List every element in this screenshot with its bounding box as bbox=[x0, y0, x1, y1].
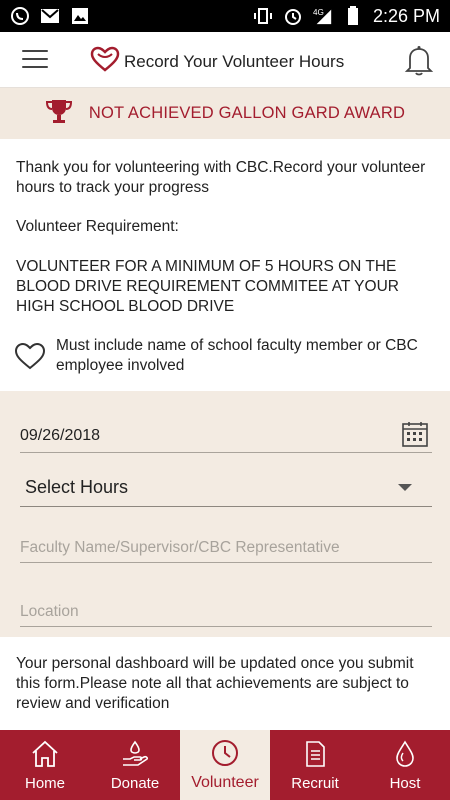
heart-logo-icon bbox=[90, 46, 120, 77]
app-title-group: Record Your Volunteer Hours bbox=[90, 46, 344, 77]
date-field[interactable]: 09/26/2018 bbox=[20, 421, 432, 453]
location-input[interactable] bbox=[20, 597, 432, 626]
vibrate-icon bbox=[253, 6, 273, 26]
award-status-text: NOT ACHIEVED GALLON GARD AWARD bbox=[88, 104, 406, 122]
nav-donate-label: Donate bbox=[110, 774, 160, 792]
requirement-body: VOLUNTEER FOR A MINIMUM OF 5 HOURS ON TH… bbox=[16, 258, 399, 315]
nav-host-label: Host bbox=[389, 774, 421, 792]
faculty-name-field-wrap bbox=[20, 533, 432, 563]
alarm-icon bbox=[283, 6, 303, 26]
calendar-icon[interactable] bbox=[402, 421, 428, 447]
award-banner: NOT ACHIEVED GALLON GARD AWARD bbox=[0, 88, 450, 139]
document-icon bbox=[300, 739, 330, 769]
chevron-down-icon bbox=[398, 484, 412, 491]
app-bar: Record Your Volunteer Hours bbox=[0, 32, 450, 88]
nav-volunteer[interactable]: Volunteer bbox=[180, 730, 270, 800]
home-icon bbox=[30, 739, 60, 769]
dashboard-note: Your personal dashboard will be updated … bbox=[16, 655, 414, 712]
intro-text: Thank you for volunteering with CBC.Reco… bbox=[16, 159, 426, 196]
hours-select[interactable]: Select Hours bbox=[20, 471, 432, 507]
hours-select-value: Select Hours bbox=[25, 477, 129, 497]
nav-home[interactable]: Home bbox=[0, 730, 90, 800]
nav-host[interactable]: Host bbox=[360, 730, 450, 800]
bell-icon[interactable] bbox=[404, 44, 434, 76]
status-time: 2:26 PM bbox=[372, 5, 440, 26]
drops-icon bbox=[390, 739, 420, 769]
nav-home-label: Home bbox=[24, 774, 65, 792]
faculty-note-text: Must include name of school faculty memb… bbox=[56, 337, 418, 374]
nav-donate[interactable]: Donate bbox=[90, 730, 180, 800]
requirement-label: Volunteer Requirement: bbox=[16, 218, 179, 235]
volunteer-hours-form: 09/26/2018 Select Hours bbox=[0, 391, 450, 637]
trophy-icon bbox=[45, 97, 73, 130]
svg-text:4G: 4G bbox=[313, 8, 324, 17]
nav-recruit[interactable]: Recruit bbox=[270, 730, 360, 800]
heart-outline-icon bbox=[14, 342, 46, 372]
hamburger-icon[interactable] bbox=[22, 50, 48, 70]
clock-icon bbox=[210, 738, 240, 768]
nav-recruit-label: Recruit bbox=[291, 774, 339, 792]
date-value: 09/26/2018 bbox=[20, 427, 101, 444]
location-field-wrap bbox=[20, 597, 432, 627]
status-bar: 4G 2:26 PM bbox=[0, 0, 450, 32]
battery-icon bbox=[343, 6, 363, 26]
bottom-nav: Home Donate Volunteer Recruit Host bbox=[0, 730, 450, 800]
whatsapp-icon bbox=[10, 6, 30, 26]
4g-signal-icon: 4G bbox=[313, 6, 333, 26]
faculty-note: Must include name of school faculty memb… bbox=[14, 336, 439, 376]
donate-hand-icon bbox=[120, 739, 150, 769]
nav-volunteer-label: Volunteer bbox=[191, 774, 259, 791]
faculty-name-input[interactable] bbox=[20, 533, 432, 562]
photo-icon bbox=[70, 6, 90, 26]
page-title: Record Your Volunteer Hours bbox=[124, 51, 345, 71]
gmail-icon bbox=[40, 6, 60, 26]
